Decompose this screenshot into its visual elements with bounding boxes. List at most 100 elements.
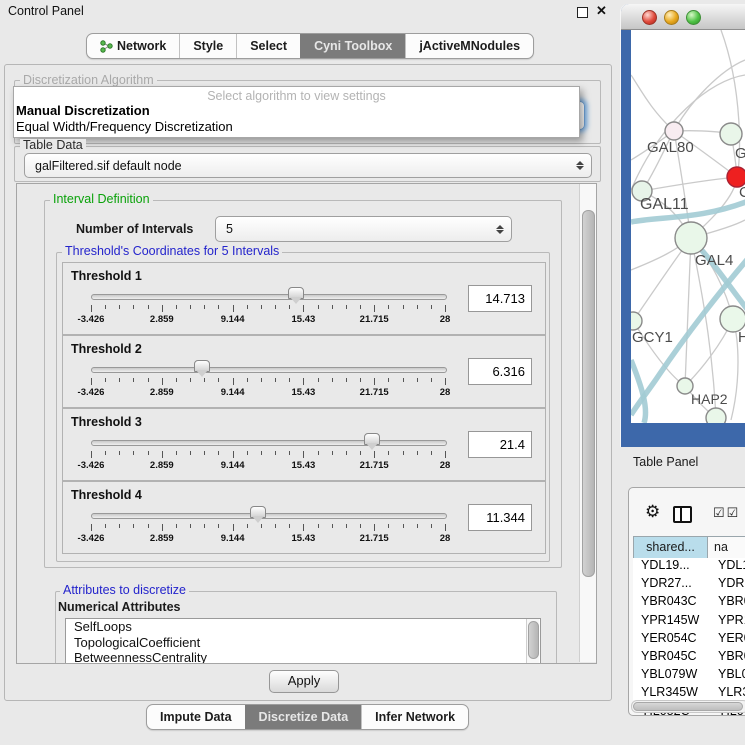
apply-button[interactable]: Apply — [269, 670, 339, 693]
network-node[interactable] — [720, 123, 742, 145]
threshold-label: Threshold 1 — [71, 269, 142, 283]
slider-tick — [403, 378, 404, 382]
table-data-select[interactable]: galFiltered.sif default node — [24, 153, 592, 178]
tab-style[interactable]: Style — [179, 34, 236, 58]
threshold-label: Threshold 3 — [71, 415, 142, 429]
slider-tick — [247, 378, 248, 382]
slider-tick — [388, 451, 389, 455]
slider-tick — [119, 524, 120, 528]
table-cell-shared[interactable]: YDL19... — [641, 558, 690, 572]
tab-network[interactable]: Network — [87, 34, 179, 58]
popup-item-equal-width[interactable]: Equal Width/Frequency Discretization — [16, 119, 233, 134]
slider-tick — [204, 524, 205, 528]
table-cell-shared[interactable]: YDR27... — [641, 576, 692, 590]
slider-tick — [190, 451, 191, 455]
table-cell-name[interactable]: YBR0 — [718, 649, 745, 663]
table-cell-shared[interactable]: YPR145W — [641, 613, 699, 627]
threshold-slider-handle[interactable] — [288, 287, 304, 299]
slider-tick-label: 21.715 — [360, 314, 389, 325]
slider-tick — [119, 305, 120, 309]
threshold-slider-track[interactable] — [91, 513, 447, 519]
threshold-value-field[interactable]: 21.4 — [468, 431, 532, 458]
table-cell-shared[interactable]: YER054C — [641, 631, 697, 645]
table-cell-name[interactable]: YDR2 — [718, 576, 745, 590]
tab-select[interactable]: Select — [236, 34, 300, 58]
table-cell-shared[interactable]: YBR045C — [641, 649, 697, 663]
threshold-value-field[interactable]: 6.316 — [468, 358, 532, 385]
slider-tick — [233, 451, 234, 458]
table-cell-shared[interactable]: YBL079W — [641, 667, 697, 681]
column-header-name[interactable]: na — [707, 536, 745, 559]
slider-tick — [445, 451, 446, 458]
slider-tick — [233, 378, 234, 385]
network-node[interactable] — [631, 312, 642, 330]
threshold-value-field[interactable]: 14.713 — [468, 285, 532, 312]
top-tabstrip: NetworkStyleSelectCyni ToolboxjActiveMNo… — [86, 33, 534, 59]
network-window-titlebar[interactable] — [621, 4, 745, 30]
close-icon[interactable]: ✕ — [596, 3, 607, 19]
zoom-traffic-light[interactable] — [686, 10, 701, 25]
numerical-attributes-list[interactable]: SelfLoopsTopologicalCoefficientBetweenne… — [65, 618, 541, 664]
table-hscrollbar[interactable] — [631, 700, 745, 713]
threshold-slider-track[interactable] — [91, 367, 447, 373]
slider-tick-label: 28 — [440, 460, 451, 471]
slider-tick — [133, 524, 134, 528]
attribute-item[interactable]: SelfLoops — [66, 619, 540, 635]
table-cell-name[interactable]: YER0 — [718, 631, 745, 645]
slider-tick — [91, 524, 92, 531]
attributes-list-scrollbar[interactable] — [526, 619, 539, 664]
table-cell-name[interactable]: YPR1 — [718, 613, 745, 627]
slider-tick — [247, 451, 248, 455]
settings-scrollbar-thumb[interactable] — [582, 210, 595, 577]
popup-item-manual-discretization[interactable]: Manual Discretization — [16, 103, 150, 118]
threshold-slider-handle[interactable] — [364, 433, 380, 445]
slider-tick — [261, 451, 262, 455]
slider-tick-label: 21.715 — [360, 533, 389, 544]
slider-tick — [388, 378, 389, 382]
network-node[interactable] — [675, 222, 707, 254]
table-cell-name[interactable]: YDL1 — [718, 558, 745, 572]
table-cell-name[interactable]: YLR3 — [718, 685, 745, 699]
table-hscrollbar-thumb[interactable] — [633, 702, 743, 711]
tab-jactivemnodules[interactable]: jActiveMNodules — [405, 34, 533, 58]
node-label-gal4: GAL4 — [695, 252, 733, 269]
tab-discretize-data[interactable]: Discretize Data — [245, 705, 362, 729]
tab-cyni-toolbox[interactable]: Cyni Toolbox — [300, 34, 405, 58]
tab-infer-network[interactable]: Infer Network — [361, 705, 468, 729]
gear-icon[interactable]: ⚙ — [645, 502, 660, 522]
number-of-intervals-select[interactable]: 5 — [215, 216, 512, 242]
table-cell-shared[interactable]: YLR345W — [641, 685, 698, 699]
network-node[interactable] — [665, 122, 683, 140]
column-layout-icon[interactable] — [673, 506, 692, 523]
close-traffic-light[interactable] — [642, 10, 657, 25]
slider-tick — [332, 451, 333, 455]
slider-tick — [275, 451, 276, 455]
table-cell-name[interactable]: YBL0 — [718, 667, 745, 681]
minimize-traffic-light[interactable] — [664, 10, 679, 25]
network-canvas[interactable]: GAL80GACGAL11GAL4GCY1HHAP2 — [631, 30, 745, 423]
slider-tick — [247, 524, 248, 528]
attribute-item[interactable]: TopologicalCoefficient — [66, 635, 540, 651]
threshold-slider-handle[interactable] — [194, 360, 210, 372]
threshold-value-field[interactable]: 11.344 — [468, 504, 532, 531]
slider-tick — [360, 524, 361, 528]
threshold-slider-track[interactable] — [91, 294, 447, 300]
slider-tick — [162, 451, 163, 458]
settings-scrollbar[interactable] — [579, 184, 596, 662]
attribute-item[interactable]: BetweennessCentrality — [66, 650, 540, 664]
network-node[interactable] — [706, 408, 726, 423]
threshold-slider-handle[interactable] — [250, 506, 266, 518]
checkbox-icons[interactable]: ☑☑ — [713, 505, 740, 521]
slider-tick — [148, 378, 149, 382]
tab-impute-data[interactable]: Impute Data — [147, 705, 245, 729]
slider-tick-label: 2.859 — [150, 314, 174, 325]
column-header-shared[interactable]: shared... — [633, 536, 708, 559]
table-cell-name[interactable]: YBR0 — [718, 594, 745, 608]
slider-tick — [403, 524, 404, 528]
slider-tick — [204, 305, 205, 309]
float-window-icon[interactable] — [577, 7, 588, 18]
slider-tick-label: -3.426 — [78, 314, 105, 325]
slider-tick-label: 2.859 — [150, 533, 174, 544]
table-cell-shared[interactable]: YBR043C — [641, 594, 697, 608]
threshold-slider-track[interactable] — [91, 440, 447, 446]
